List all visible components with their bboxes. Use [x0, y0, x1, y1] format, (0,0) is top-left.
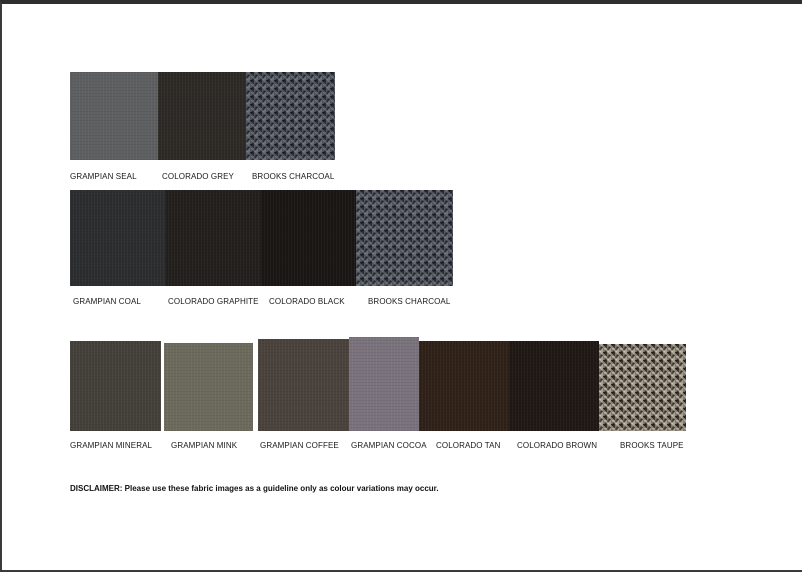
swatch-brooks-charcoal: [246, 72, 335, 160]
swatch-colorado-graphite: [165, 190, 261, 286]
swatch-colorado-brown: [509, 341, 599, 431]
swatch-brooks-charcoal: [356, 190, 453, 286]
swatch-label: BROOKS TAUPE: [620, 441, 684, 450]
swatch-grampian-mineral: [70, 341, 161, 431]
swatch-grampian-mink: [164, 343, 253, 431]
swatch-label: COLORADO BLACK: [269, 297, 345, 306]
swatch-label: BROOKS CHARCOAL: [252, 172, 335, 181]
swatch-label: COLORADO GREY: [162, 172, 234, 181]
swatch-grampian-coffee: [258, 339, 349, 431]
swatch-label: GRAMPIAN SEAL: [70, 172, 137, 181]
swatch-label: COLORADO BROWN: [517, 441, 598, 450]
swatch-colorado-black: [261, 190, 356, 286]
disclaimer-text: DISCLAIMER: Please use these fabric imag…: [70, 484, 439, 493]
swatch-label: GRAMPIAN COAL: [73, 297, 141, 306]
swatch-label: BROOKS CHARCOAL: [368, 297, 451, 306]
swatch-label: GRAMPIAN COFFEE: [260, 441, 339, 450]
swatch-grampian-cocoa: [349, 337, 419, 431]
swatch-label: GRAMPIAN MINK: [171, 441, 238, 450]
swatch-colorado-grey: [158, 72, 246, 160]
swatch-grampian-coal: [70, 190, 165, 286]
swatch-label: GRAMPIAN COCOA: [351, 441, 427, 450]
swatch-grampian-seal: [70, 72, 158, 160]
swatch-colorado-tan: [419, 341, 509, 431]
swatch-label: COLORADO GRAPHITE: [168, 297, 259, 306]
swatch-label: GRAMPIAN MINERAL: [70, 441, 153, 450]
swatch-label: COLORADO TAN: [436, 441, 501, 450]
swatch-brooks-taupe: [599, 344, 686, 431]
